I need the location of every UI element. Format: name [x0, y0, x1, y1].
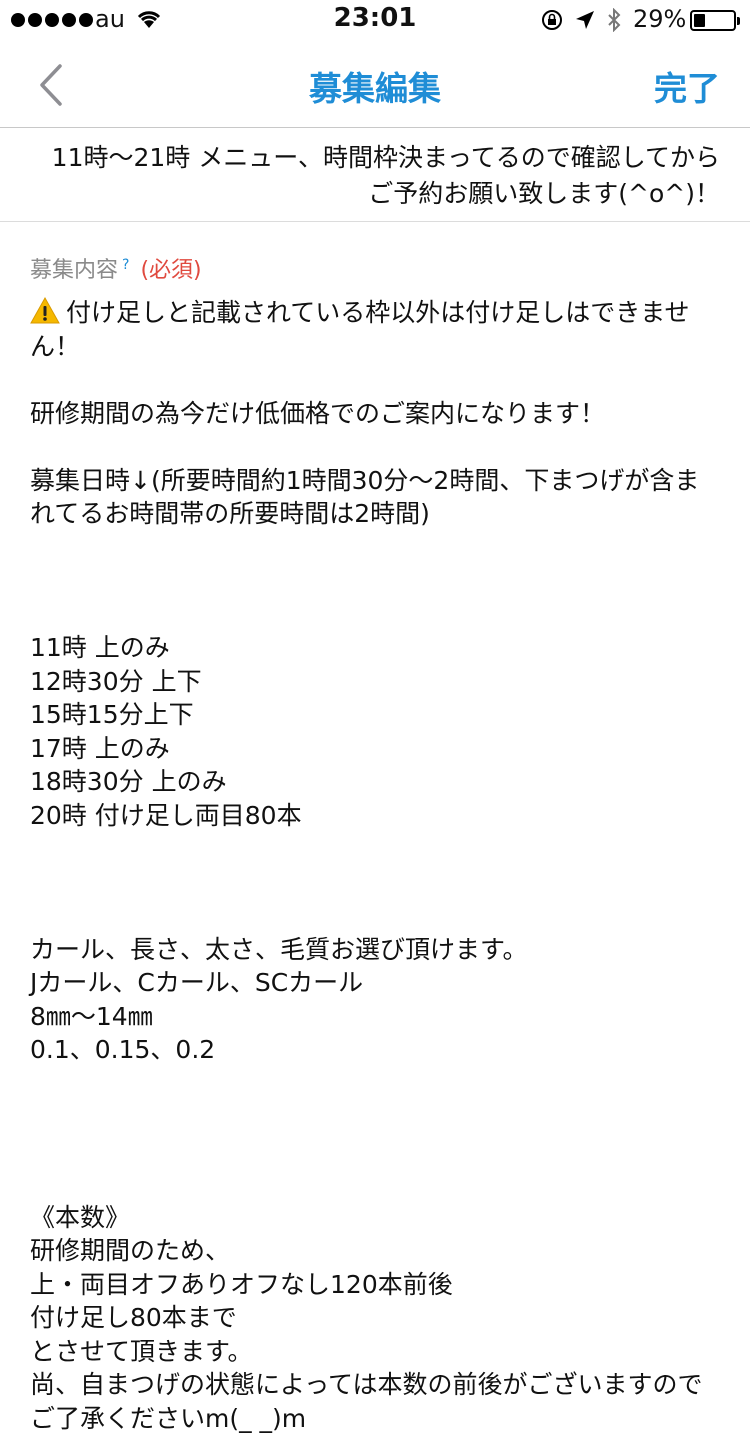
- orientation-lock-icon: [542, 10, 562, 30]
- navigation-bar: 募集編集 完了: [0, 40, 750, 128]
- required-badge: (必須): [140, 258, 202, 283]
- content-line: 15時15分上下: [30, 698, 720, 732]
- content-line: 18時30分 上のみ: [30, 765, 720, 799]
- content-line: [30, 866, 720, 900]
- content-line: 尚、自まつげの状態によっては本数の前後がございますのでご了承くださいm(_ _)…: [30, 1368, 720, 1435]
- content-line: カール、長さ、太さ、毛質お選び頂けます。: [30, 933, 720, 967]
- content-line-text: 付け足しと記載されている枠以外は付け足しはできません！: [30, 298, 690, 361]
- content-line-text: 募集日時↓(所要時間約1時間30分〜2時間、下まつげが含まれてるお時間帯の所要時…: [30, 465, 700, 529]
- content-line: [30, 832, 720, 866]
- content-line: [30, 564, 720, 598]
- field-label-text: 募集内容: [30, 258, 119, 283]
- content-line: 11時 上のみ: [30, 631, 720, 665]
- content-line: [30, 1134, 720, 1168]
- content-line-text: とさせて頂きます。: [30, 1336, 253, 1366]
- done-button[interactable]: 完了: [654, 62, 720, 110]
- content-line: Jカール、Cカール、SCカール: [30, 966, 720, 1000]
- content-line: 付け足し80本まで: [30, 1301, 720, 1335]
- content-line-text: 尚、自まつげの状態によっては本数の前後がございますのでご了承くださいm(_ _)…: [30, 1370, 703, 1433]
- content-line: 17時 上のみ: [30, 732, 720, 766]
- content-line-text: 11時 上のみ: [30, 633, 170, 662]
- content-line-text: 0.1、0.15、0.2: [30, 1035, 216, 1064]
- content-line: とさせて頂きます。: [30, 1335, 720, 1369]
- content-line-text: 12時30分 上下: [30, 666, 202, 696]
- content-line-text: 20時 付け足し両目80本: [30, 800, 302, 830]
- recruitment-content-textarea[interactable]: 付け足しと記載されている枠以外は付け足しはできません！ 研修期間の為今だけ低価格で…: [30, 296, 720, 1435]
- content-line-text: 8㎜〜14㎜: [30, 1001, 153, 1031]
- location-arrow-icon: [576, 11, 594, 29]
- content-line: [30, 531, 720, 565]
- content-line: [30, 363, 720, 397]
- content-line: [30, 430, 720, 464]
- content-line-text: カール、長さ、太さ、毛質お選び頂けます。: [30, 934, 528, 964]
- content-line-text: 上・両目オフありオフなし120本前後: [30, 1269, 453, 1299]
- content-line-text: 研修期間の為今だけ低価格でのご案内になります！: [30, 398, 606, 428]
- content-line: [30, 1067, 720, 1101]
- page-title: 募集編集: [309, 69, 441, 108]
- content-line: 付け足しと記載されている枠以外は付け足しはできません！: [30, 296, 720, 363]
- content-line-text: 18時30分 上のみ: [30, 767, 227, 796]
- content-line: 研修期間のため、: [30, 1234, 720, 1268]
- content-line: [30, 899, 720, 933]
- content-line: [30, 1167, 720, 1201]
- content-line: 8㎜〜14㎜: [30, 1000, 720, 1034]
- content-line: 12時30分 上下: [30, 665, 720, 699]
- content-line-text: 《本数》: [30, 1202, 131, 1232]
- header-note: 11時〜21時 メニュー、時間枠決まってるので確認してからご予約お願い致します(…: [0, 128, 750, 222]
- content-line: 0.1、0.15、0.2: [30, 1033, 720, 1067]
- warning-icon: [30, 296, 60, 324]
- content-line: 《本数》: [30, 1201, 720, 1235]
- battery-percentage: 29%: [633, 5, 687, 33]
- content-line-text: 17時 上のみ: [30, 733, 170, 763]
- content-line-text: 研修期間のため、: [30, 1236, 231, 1265]
- content-line: 20時 付け足し両目80本: [30, 799, 720, 833]
- content-line-text: 付け足し80本まで: [30, 1303, 237, 1332]
- battery-icon: [690, 10, 740, 31]
- content-line: 募集日時↓(所要時間約1時間30分〜2時間、下まつげが含まれてるお時間帯の所要時…: [30, 464, 720, 531]
- content-line: [30, 1100, 720, 1134]
- content-line-text: Jカール、Cカール、SCカール: [30, 968, 364, 997]
- content-line: [30, 598, 720, 632]
- content-line-text: 15時15分上下: [30, 700, 194, 729]
- help-marker-icon[interactable]: ?: [122, 257, 129, 273]
- content-line: 研修期間の為今だけ低価格でのご案内になります！: [30, 397, 720, 431]
- bluetooth-icon: [608, 8, 621, 32]
- content-line: 上・両目オフありオフなし120本前後: [30, 1268, 720, 1302]
- status-bar: au 23:01 29%: [0, 0, 750, 40]
- recruitment-content-label: 募集内容? (必須): [30, 252, 202, 284]
